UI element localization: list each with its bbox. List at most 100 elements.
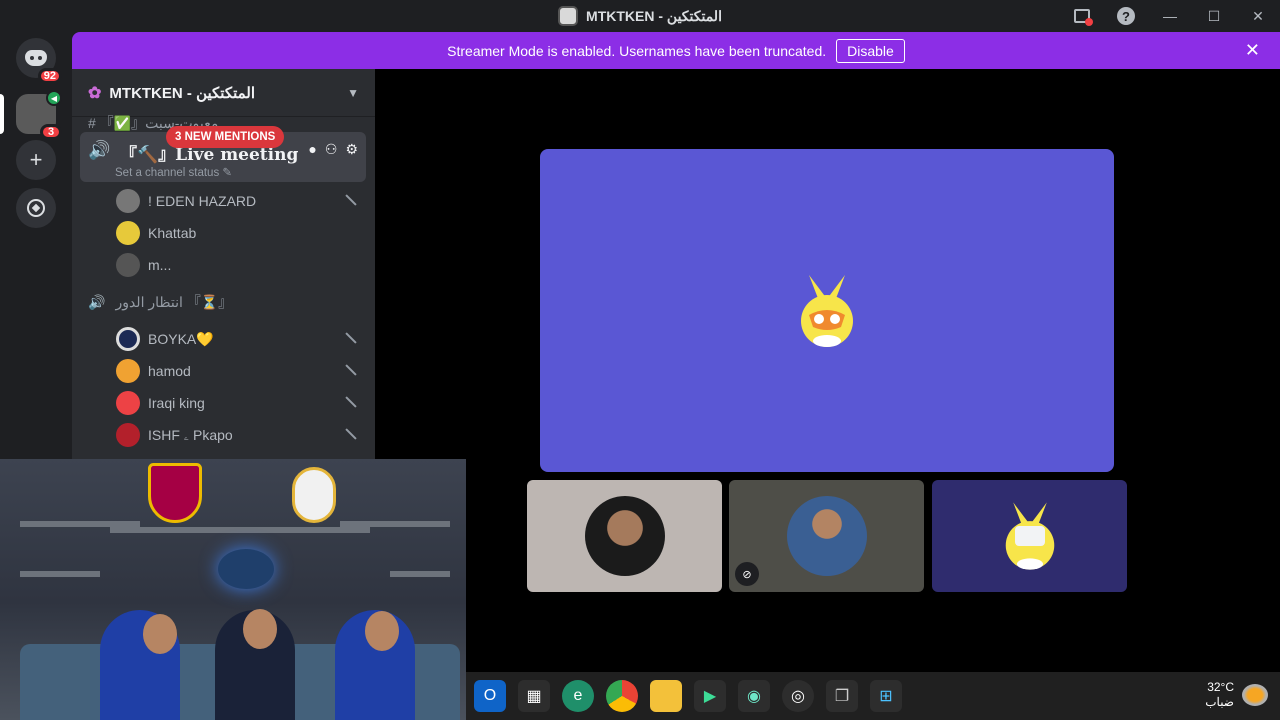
webcam-overlay xyxy=(0,459,466,720)
voice-member[interactable]: BOYKA💛 xyxy=(116,325,366,353)
channel-actions: ● ⚇ ⚙ xyxy=(308,141,358,158)
chevron-down-icon: ▼ xyxy=(347,85,359,100)
channel-name: انتظار الدور 『⏳』 xyxy=(115,294,233,310)
muted-mic-icon xyxy=(344,193,358,207)
fc-barcelona-logo xyxy=(148,463,202,523)
disable-streamer-mode-button[interactable]: Disable xyxy=(836,38,905,63)
person-head xyxy=(365,611,399,651)
person-head xyxy=(243,609,277,649)
direct-messages-button[interactable]: 92 xyxy=(16,38,62,84)
camera-icon xyxy=(1015,526,1045,546)
edge-icon[interactable]: e xyxy=(562,680,594,712)
muted-mic-icon xyxy=(344,395,358,409)
windows-taskbar: O ▦ e ▶ ◉ ◎ ❐ ⊞ 32°C ضباب xyxy=(466,672,1280,720)
voice-member[interactable]: ! EDEN HAZARD xyxy=(116,187,366,215)
app-icon[interactable]: ▶ xyxy=(694,680,726,712)
home-unread-badge: 92 xyxy=(37,68,62,84)
close-icon[interactable]: ✕ xyxy=(1245,40,1260,61)
temperature: 32°C xyxy=(1207,680,1234,694)
video-tile[interactable]: ⊘ xyxy=(729,480,924,592)
video-tile[interactable] xyxy=(527,480,722,592)
participant-video xyxy=(786,496,867,576)
member-name: ISHF ۦ Pkapo xyxy=(148,426,233,443)
voice-member[interactable]: Khattab xyxy=(116,219,366,247)
close-window-button[interactable]: ✕ xyxy=(1236,0,1280,32)
member-name: Iraqi king xyxy=(148,395,205,411)
avatar xyxy=(116,423,140,447)
voice-member[interactable]: Iraqi king xyxy=(116,389,366,417)
member-name: m... xyxy=(148,257,172,273)
channel-sidebar: ✿ MTKTKEN - المتكتكين ▼ # 『✅』معبوت-سبت 3… xyxy=(72,69,375,460)
minimize-button[interactable]: — xyxy=(1148,0,1192,32)
member-name: Khattab xyxy=(148,225,197,241)
weather-condition: ضباب xyxy=(1205,695,1234,709)
participant-video xyxy=(584,496,665,576)
app-icon[interactable]: ❐ xyxy=(826,680,858,712)
server-name: MTKTKEN - المتكتكين xyxy=(109,84,256,102)
banner-text: Streamer Mode is enabled. Usernames have… xyxy=(447,42,827,59)
chat-bubble-icon[interactable]: ● xyxy=(308,141,316,158)
chrome-icon[interactable] xyxy=(606,680,638,712)
weather-widget[interactable]: 32°C ضباب xyxy=(1205,680,1268,710)
flower-icon: ✿ xyxy=(88,84,102,102)
voice-member[interactable]: hamod xyxy=(116,357,366,385)
window-controls: ? — ☐ ✕ xyxy=(1060,0,1280,32)
server-header[interactable]: ✿ MTKTKEN - المتكتكين ▼ xyxy=(72,69,375,117)
real-madrid-logo xyxy=(292,467,336,523)
member-name: ! EDEN HAZARD xyxy=(148,193,257,209)
discord-icon xyxy=(25,50,47,66)
muted-mic-icon xyxy=(344,331,358,345)
shelf xyxy=(20,571,100,577)
avatar xyxy=(116,391,140,415)
inbox-button[interactable] xyxy=(1060,0,1104,32)
speaker-icon: ◀ xyxy=(46,90,62,106)
new-mentions-badge[interactable]: 3 NEW MENTIONS xyxy=(166,126,285,148)
voice-member[interactable]: ISHF ۦ Pkapo xyxy=(116,421,366,449)
window-title-text: MTKTKEN - المتكتكين xyxy=(586,7,722,24)
video-tile[interactable] xyxy=(932,480,1127,592)
maximize-button[interactable]: ☐ xyxy=(1192,0,1236,32)
avatar xyxy=(116,253,140,277)
muted-mic-icon xyxy=(344,427,358,441)
voice-member[interactable]: m... xyxy=(116,251,366,279)
speaker-icon: 🔊 xyxy=(88,293,106,310)
bunny-avatar-icon xyxy=(801,274,853,347)
avatar xyxy=(116,327,140,351)
channel-status[interactable]: Set a channel status ✎ xyxy=(115,165,232,179)
server-unread-badge: 3 xyxy=(40,124,62,140)
outlook-icon[interactable]: O xyxy=(474,680,506,712)
shelf xyxy=(390,571,450,577)
video-stage: ⊘ xyxy=(375,69,1280,672)
member-name: BOYKA💛 xyxy=(148,330,214,347)
invite-icon[interactable]: ⚇ xyxy=(325,141,338,158)
taskbar-apps: O ▦ e ▶ ◉ ◎ ❐ ⊞ xyxy=(474,680,902,712)
weather-icon xyxy=(1242,684,1268,706)
help-button[interactable]: ? xyxy=(1104,0,1148,32)
voice-channel-waiting[interactable]: 🔊 انتظار الدور 『⏳』 xyxy=(88,292,368,312)
selected-server-pill xyxy=(0,94,4,134)
obs-icon[interactable]: ◎ xyxy=(782,680,814,712)
start-icon[interactable]: ⊞ xyxy=(870,680,902,712)
member-name: hamod xyxy=(148,363,191,379)
server-icon-mtktken[interactable]: ◀ 3 xyxy=(16,90,62,140)
shelf xyxy=(110,527,370,533)
app-icon[interactable]: ◉ xyxy=(738,680,770,712)
muted-mic-icon xyxy=(344,363,358,377)
streamer-mode-banner: Streamer Mode is enabled. Usernames have… xyxy=(72,32,1280,69)
gear-icon[interactable]: ⚙ xyxy=(345,141,358,158)
focused-video-tile[interactable] xyxy=(540,149,1114,472)
title-bar: MTKTKEN - المتكتكين ? — ☐ ✕ xyxy=(0,0,1280,32)
help-icon: ? xyxy=(1117,7,1135,25)
compass-icon xyxy=(27,199,45,217)
inbox-icon xyxy=(1074,9,1093,26)
explore-servers-button[interactable] xyxy=(16,188,56,228)
add-server-button[interactable]: + xyxy=(16,140,56,180)
neon-sign xyxy=(218,549,274,589)
file-explorer-icon[interactable] xyxy=(650,680,682,712)
avatar xyxy=(116,359,140,383)
person-head xyxy=(143,614,177,654)
avatar xyxy=(116,221,140,245)
avatar xyxy=(116,189,140,213)
speaker-icon: 🔊 xyxy=(88,140,111,160)
store-icon[interactable]: ▦ xyxy=(518,680,550,712)
